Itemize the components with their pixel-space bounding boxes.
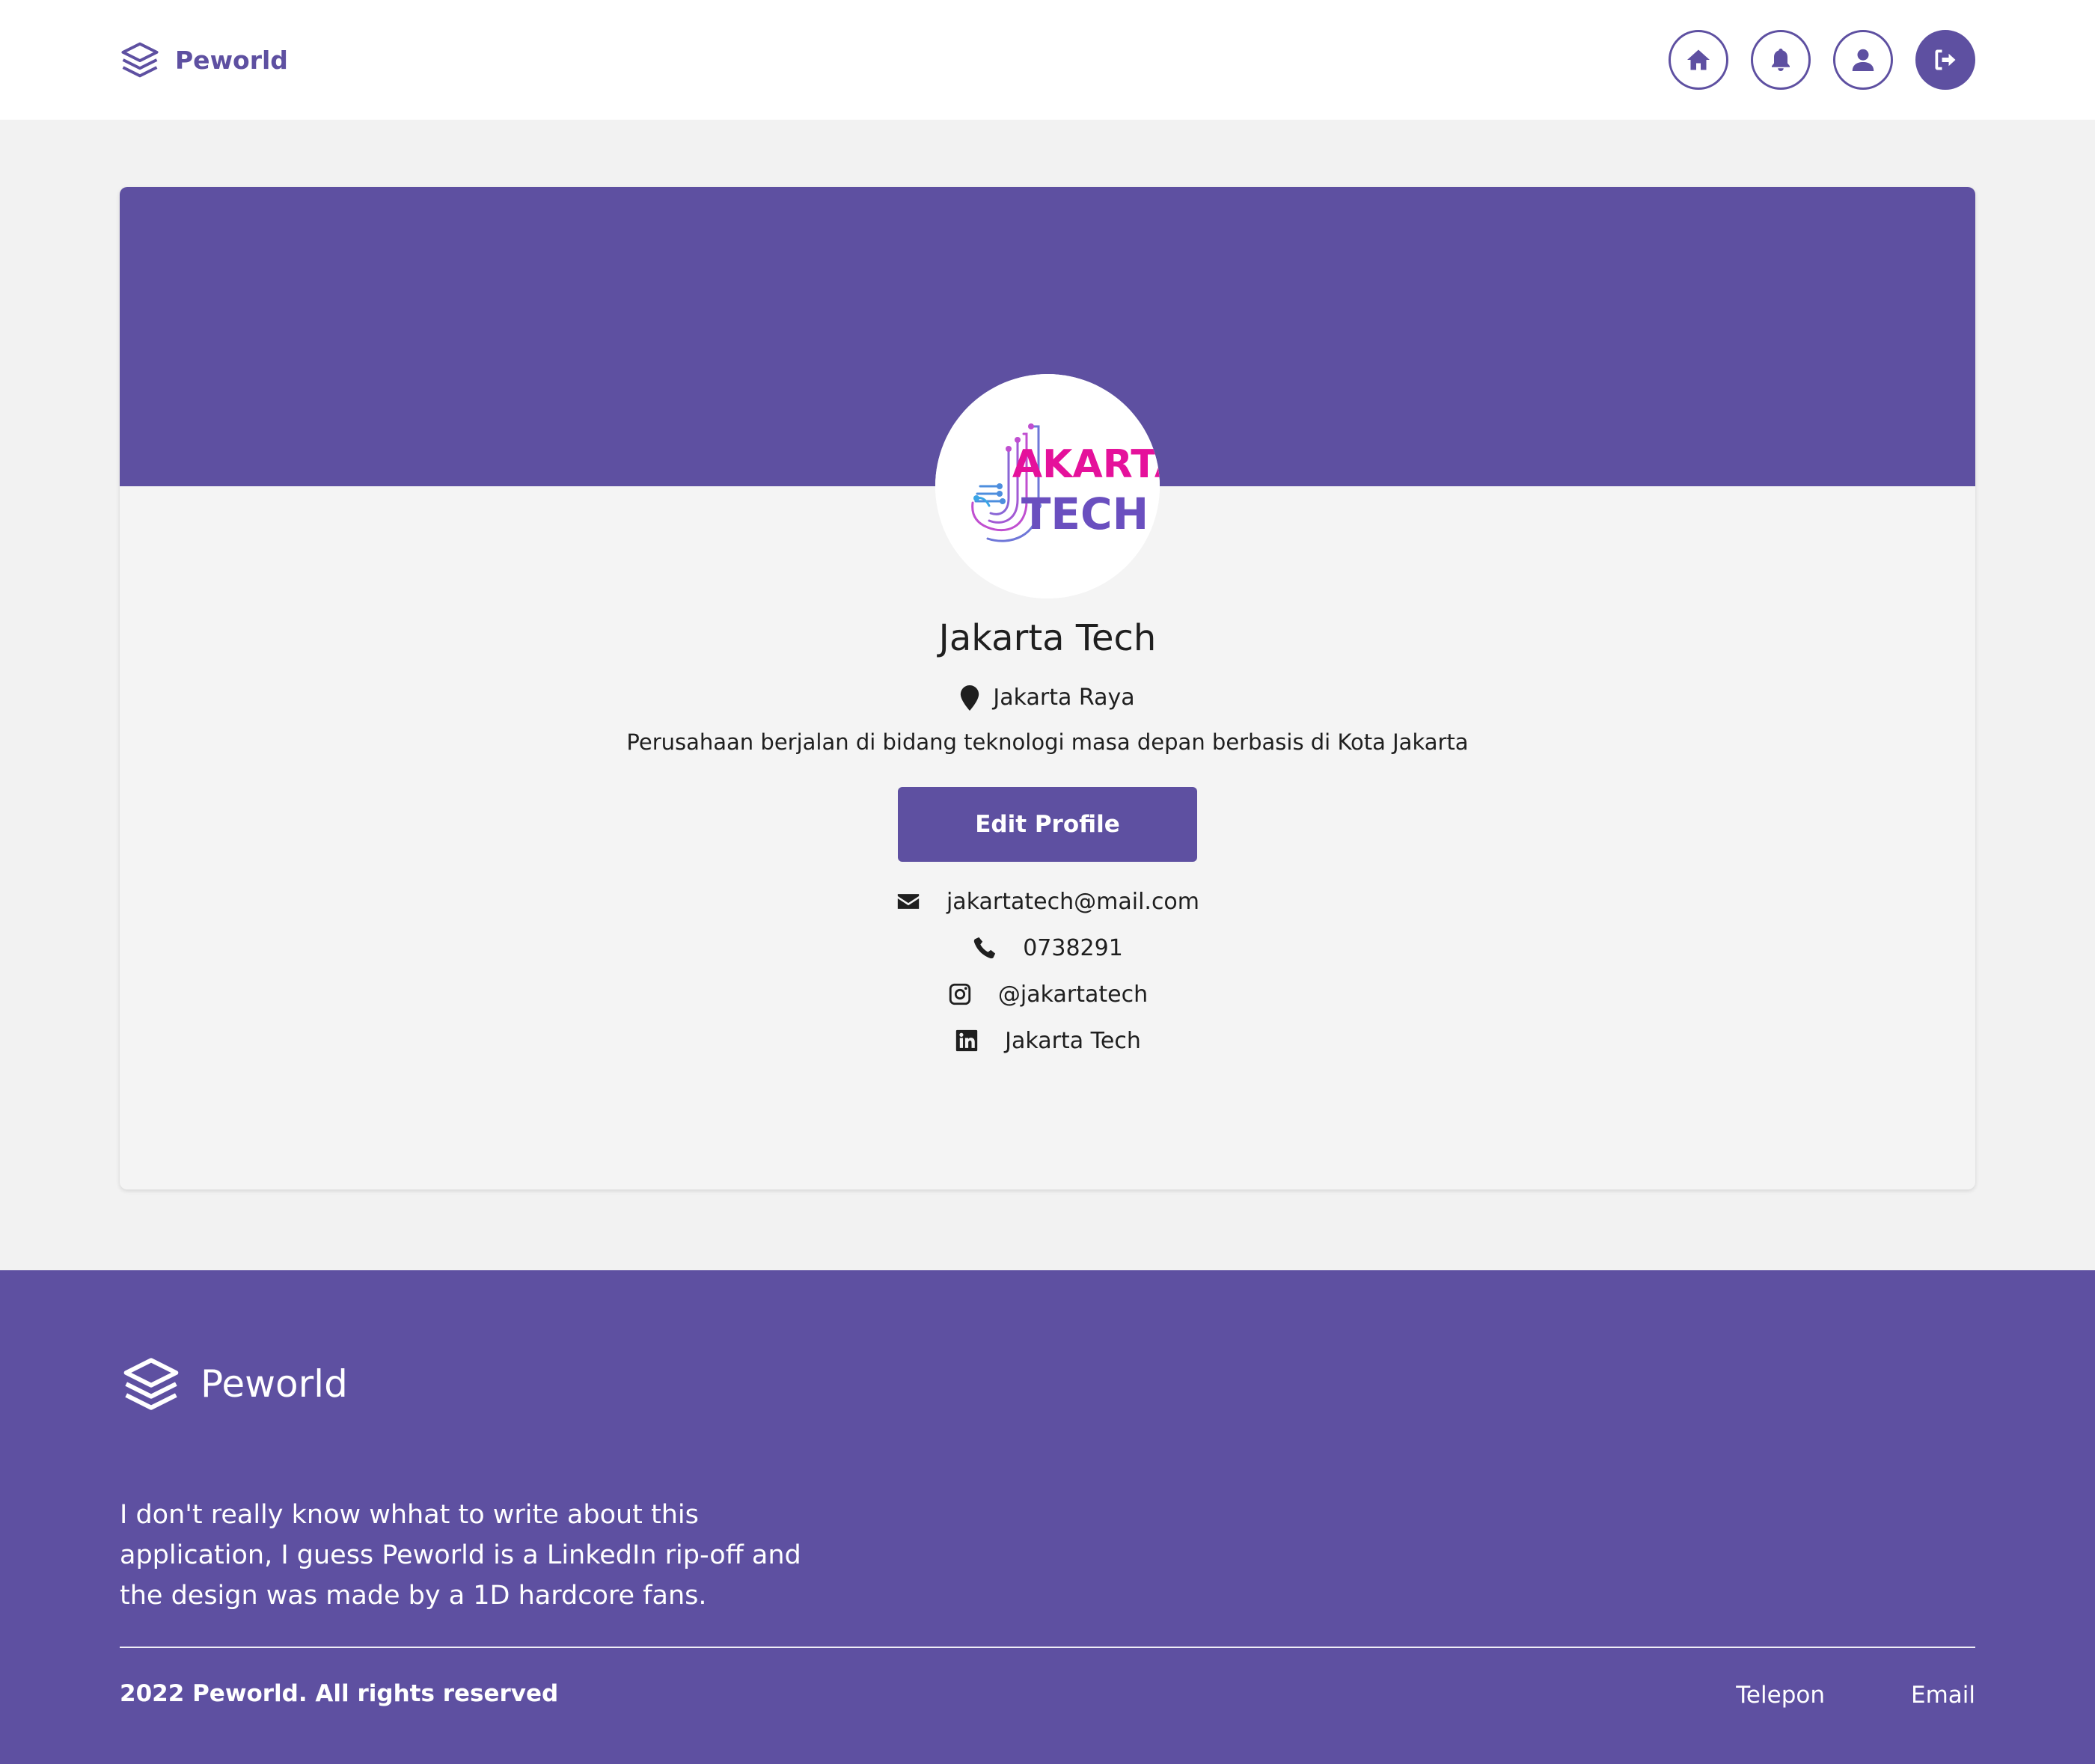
contact-list: jakartatech@mail.com 0738291 @jakartatec…: [120, 886, 1975, 1056]
phone-link[interactable]: 0738291: [1023, 935, 1123, 961]
instagram-link[interactable]: @jakartatech: [998, 981, 1148, 1008]
footer-links: Telepon Email: [1736, 1682, 1975, 1709]
user-icon: [1852, 49, 1874, 71]
logout-button[interactable]: [1915, 30, 1975, 90]
map-pin-icon: [961, 685, 979, 711]
navbar: Peworld: [0, 0, 2095, 120]
contact-linkedin: Jakarta Tech: [954, 1026, 1141, 1056]
logout-icon: [1935, 49, 1956, 70]
edit-profile-button[interactable]: Edit Profile: [898, 787, 1197, 862]
contact-instagram: @jakartatech: [947, 979, 1148, 1009]
copyright-text: 2022 Peworld. All rights reserved: [120, 1680, 559, 1707]
brand-name: Peworld: [175, 45, 288, 75]
email-link[interactable]: jakartatech@mail.com: [946, 889, 1199, 915]
bell-icon: [1772, 49, 1790, 71]
footer-brand-name: Peworld: [201, 1362, 348, 1406]
location-row: Jakarta Raya: [120, 685, 1975, 711]
jakarta-tech-logo: AKARTA TECH: [935, 374, 1160, 598]
company-description: Perusahaan berjalan di bidang teknologi …: [626, 729, 1469, 755]
envelope-icon: [897, 894, 920, 909]
company-profile-card: AKARTA TECH Jakarta Tech Jakarta Raya Pe…: [120, 187, 1975, 1189]
location-text: Jakarta Raya: [993, 685, 1135, 711]
profile-button[interactable]: [1833, 30, 1893, 90]
home-button[interactable]: [1669, 30, 1728, 90]
logo-text-top: AKARTA: [1012, 442, 1160, 487]
notifications-button[interactable]: [1751, 30, 1811, 90]
contact-phone: 0738291: [972, 933, 1123, 963]
contact-email: jakartatech@mail.com: [896, 886, 1199, 916]
layers-logo-icon: [121, 42, 159, 78]
brand-logo-link[interactable]: Peworld: [120, 39, 288, 81]
linkedin-link[interactable]: Jakarta Tech: [1005, 1028, 1141, 1054]
linkedin-icon: [955, 1029, 978, 1052]
footer: Peworld I don't really know whhat to wri…: [0, 1270, 2095, 1764]
home-icon: [1687, 49, 1710, 70]
footer-divider: [120, 1647, 1975, 1648]
company-avatar: AKARTA TECH: [935, 374, 1160, 598]
footer-about-text: I don't really know whhat to write about…: [120, 1500, 801, 1611]
footer-link-telepon[interactable]: Telepon: [1736, 1682, 1825, 1709]
company-name: Jakarta Tech: [938, 617, 1157, 659]
instagram-icon: [949, 983, 971, 1005]
footer-brand: Peworld: [120, 1354, 348, 1414]
layers-logo-icon: [123, 1358, 179, 1410]
logo-text-bottom: TECH: [1021, 489, 1149, 539]
footer-link-email[interactable]: Email: [1911, 1682, 1975, 1709]
phone-icon: [974, 937, 996, 959]
nav-actions: [1669, 30, 1975, 90]
